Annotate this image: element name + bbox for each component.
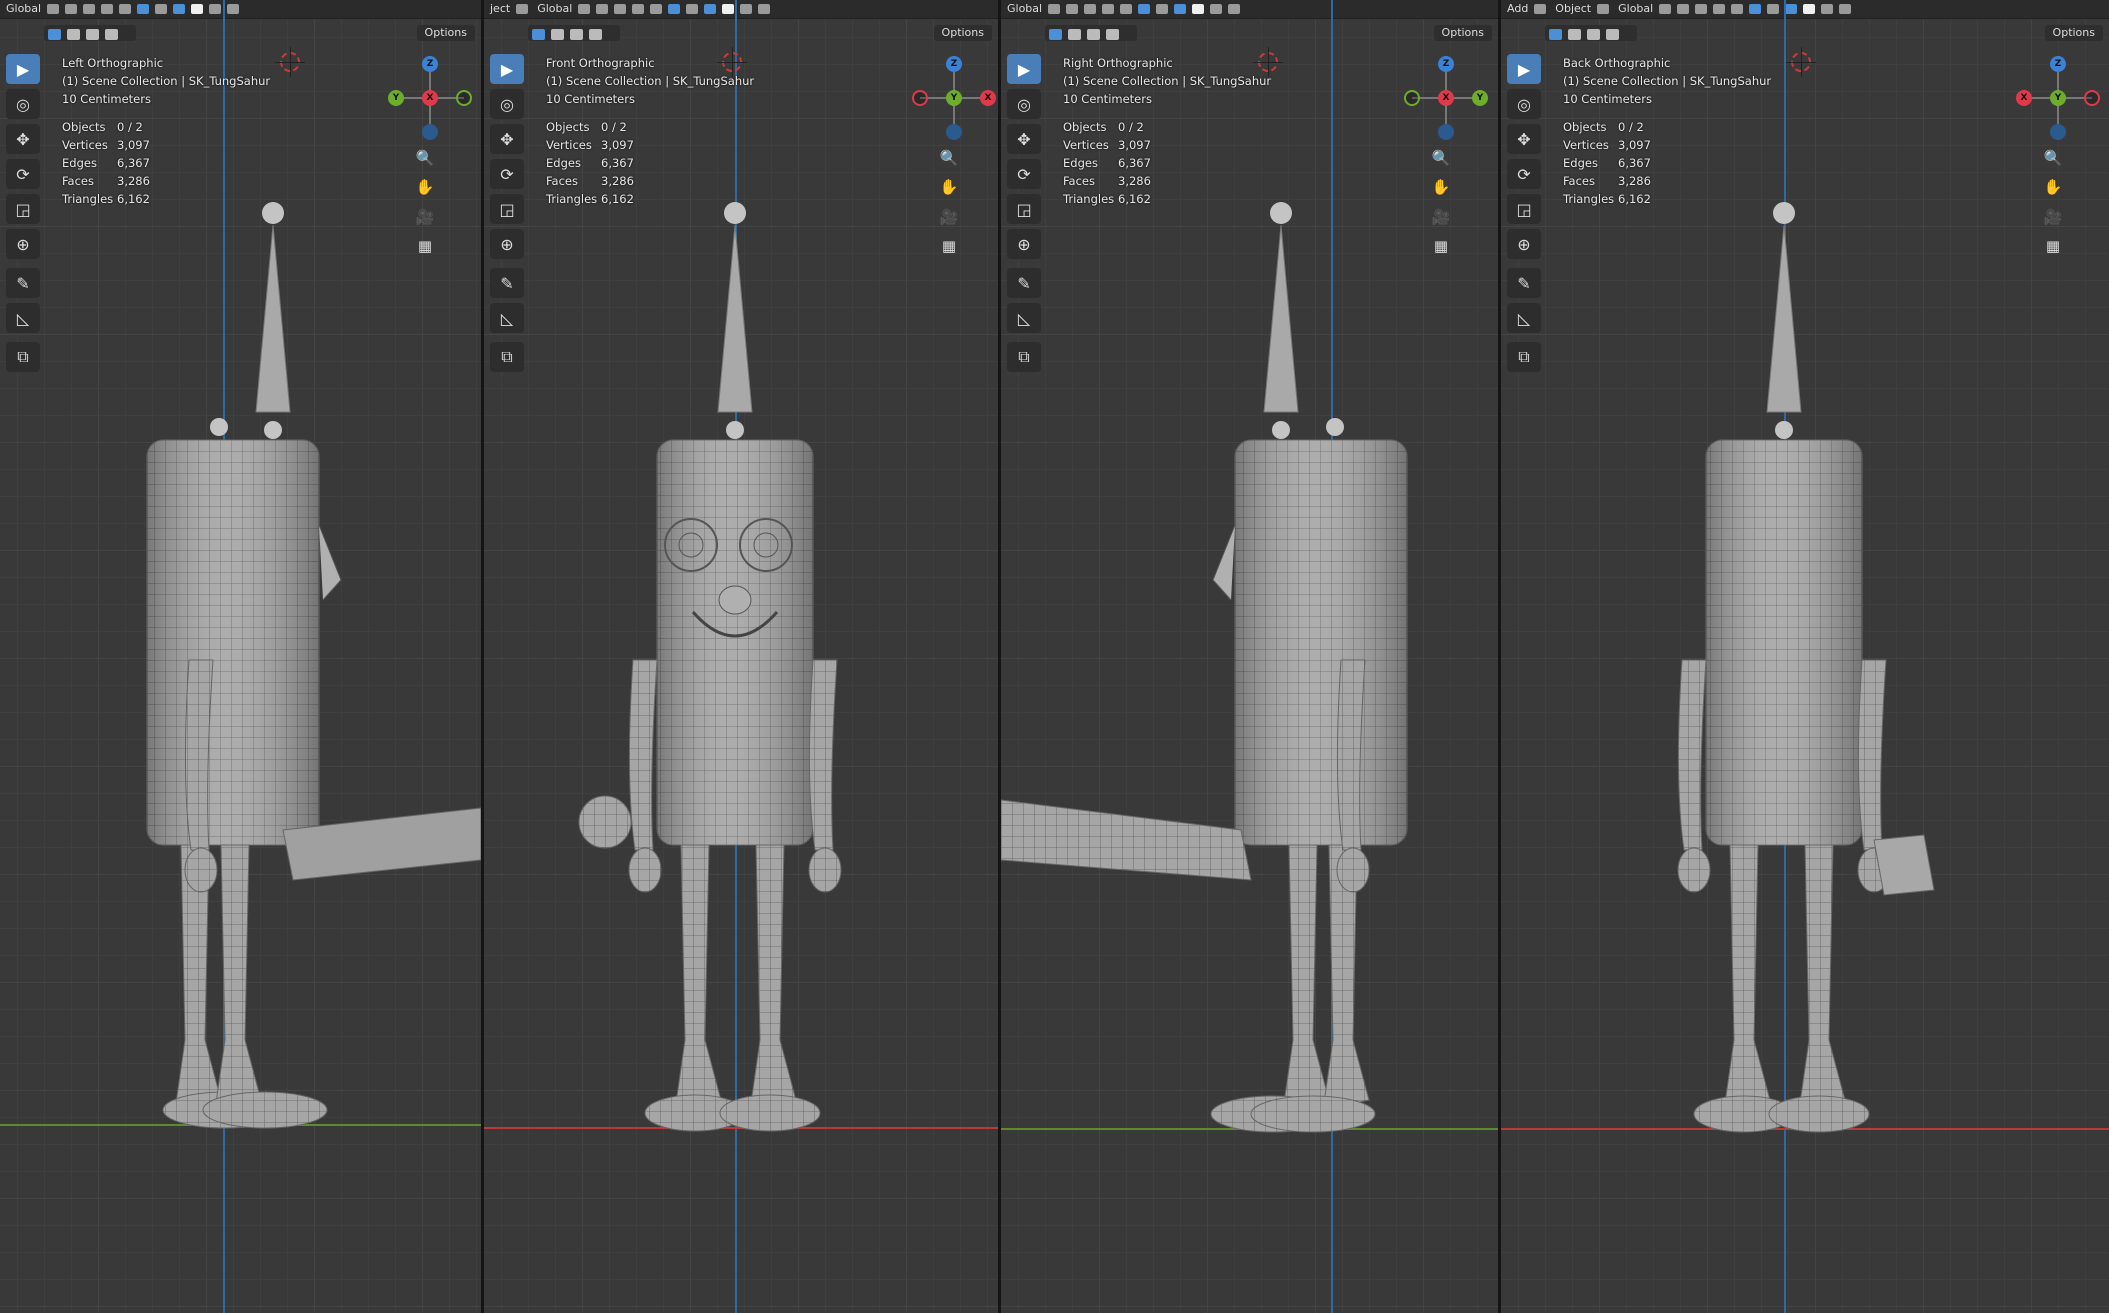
character-mesh[interactable] (1501, 0, 2109, 1313)
right-foot (1768, 1095, 1870, 1133)
viewport-separator[interactable] (481, 0, 484, 1313)
viewport-front[interactable]: ject Global Options Front Orthographic (1) S… (484, 0, 998, 1313)
right-leg (1798, 844, 1846, 1111)
arm (1677, 659, 1707, 851)
bat (1873, 834, 1935, 896)
nose (318, 524, 342, 601)
viewport-left[interactable]: Global Options Left Orthographic (1) Scene … (0, 0, 481, 1313)
bone-joint (1270, 202, 1292, 224)
arm (808, 659, 838, 851)
bone-joint (1773, 202, 1795, 224)
body-shading (1235, 440, 1407, 845)
hand (628, 847, 662, 893)
arm (628, 659, 658, 851)
arm (1857, 659, 1887, 851)
nose (718, 585, 752, 615)
left-leg (1723, 844, 1771, 1111)
right-leg (214, 844, 262, 1111)
right-foot (719, 1094, 821, 1132)
bone-joint (262, 202, 284, 224)
bone-joint (726, 421, 744, 439)
body-shading (1706, 440, 1862, 845)
hand (1677, 847, 1711, 893)
bone-spike (1766, 224, 1802, 413)
bone-joint (1775, 421, 1793, 439)
right-foot (202, 1091, 328, 1129)
left-leg (1282, 844, 1330, 1111)
right-foot (1250, 1095, 1376, 1133)
bat-end (578, 795, 632, 849)
left-leg (674, 844, 722, 1111)
bone-spike (1263, 224, 1299, 413)
body-shading (657, 440, 813, 845)
nose (1212, 524, 1236, 601)
right-leg (749, 844, 797, 1111)
bone-joint (724, 202, 746, 224)
viewport-right[interactable]: Global Options Right Orthographic (1) Scene… (1001, 0, 1498, 1313)
bone-joint (264, 421, 282, 439)
bone-joint (1272, 421, 1290, 439)
bone-spike (717, 224, 753, 413)
body-shading (147, 440, 319, 845)
hand (808, 847, 842, 893)
blender-quad-view: Global Options Left Orthographic (1) Scene … (0, 0, 2109, 1313)
hand (184, 847, 218, 893)
viewport-back[interactable]: Add Object Global Options Back Orthographic(… (1501, 0, 2109, 1313)
hand (1336, 847, 1370, 893)
viewport-separator[interactable] (998, 0, 1001, 1313)
viewport-separator[interactable] (1498, 0, 1501, 1313)
character-mesh[interactable] (484, 0, 998, 1313)
bone-joint (210, 418, 228, 436)
character-mesh[interactable] (1001, 0, 1498, 1313)
character-mesh[interactable] (0, 0, 481, 1313)
bat (1001, 799, 1252, 881)
bone-spike (255, 224, 291, 413)
bone-joint (1326, 418, 1344, 436)
